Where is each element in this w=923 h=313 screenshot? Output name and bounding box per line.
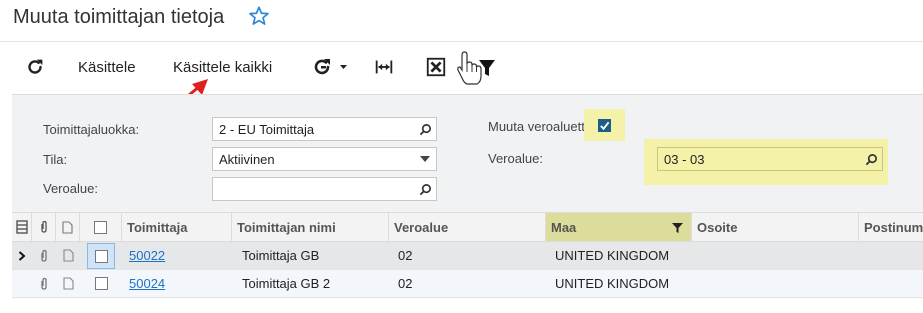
country: UNITED KINGDOM [555, 276, 670, 291]
change-tax-zone-checkbox[interactable] [598, 119, 611, 132]
tax-zone-label: Veroalue: [43, 181, 98, 196]
title-bar: Muuta toimittajan tietoja [0, 0, 923, 42]
attachment-icon[interactable] [32, 270, 56, 297]
note-icon[interactable] [56, 270, 80, 297]
schedule-icon [314, 59, 347, 75]
new-tax-zone-value: 03 - 03 [664, 151, 705, 167]
row-settings-icon[interactable] [12, 213, 32, 241]
search-icon[interactable] [414, 118, 436, 140]
country: UNITED KINGDOM [555, 248, 670, 263]
schedule-dropdown-button[interactable] [313, 56, 351, 78]
status-value: Aktiivinen [219, 151, 275, 167]
filter-icon[interactable] [672, 223, 683, 233]
vendor-link[interactable]: 50022 [129, 242, 229, 269]
table-row[interactable]: 50024 Toimittaja GB 2 02 UNITED KINGDOM [12, 270, 923, 298]
star-icon[interactable] [248, 5, 270, 27]
col-header-postal[interactable]: Postinum [859, 213, 923, 241]
col-header-country-label: Maa [551, 219, 577, 235]
note-icon[interactable] [56, 213, 80, 241]
col-header-address[interactable]: Osoite [692, 213, 859, 241]
refresh-icon[interactable] [24, 56, 46, 78]
status-select[interactable]: Aktiivinen [212, 147, 437, 171]
chevron-down-icon[interactable] [414, 148, 436, 170]
status-label: Tila: [43, 152, 68, 167]
row-indicator-icon [12, 242, 32, 269]
col-header-vendor[interactable]: Toimittaja [122, 213, 232, 241]
search-icon[interactable] [860, 148, 882, 170]
note-icon[interactable] [56, 242, 80, 269]
tax-zone: 02 [398, 276, 413, 291]
col-header-tax-zone[interactable]: Veroalue [389, 213, 546, 241]
filter-panel: Toimittajaluokka: 2 - EU Toimittaja Tila… [12, 94, 923, 212]
export-excel-icon[interactable] [425, 56, 447, 78]
filter-icon[interactable] [453, 50, 499, 86]
change-tax-zone-label: Muuta veroaluetta [488, 119, 593, 134]
vendor-link[interactable]: 50024 [129, 270, 229, 297]
tax-zone-input[interactable] [212, 177, 437, 201]
vendor-name: Toimittaja GB 2 [242, 276, 331, 291]
row-select-checkbox[interactable] [87, 243, 115, 269]
postal-code [867, 242, 923, 269]
process-button[interactable]: Käsittele [78, 42, 136, 92]
address [700, 242, 855, 269]
vendor-grid: Toimittaja Toimittajan nimi Veroalue Maa… [12, 212, 923, 313]
postal-code [867, 270, 923, 297]
table-row[interactable]: 50022 Toimittaja GB 02 UNITED KINGDOM [12, 242, 923, 270]
search-icon[interactable] [414, 178, 436, 200]
col-header-country[interactable]: Maa [546, 213, 692, 241]
new-tax-zone-input[interactable]: 03 - 03 [657, 147, 883, 171]
vendor-name: Toimittaja GB [242, 248, 320, 263]
checkmark-icon [600, 121, 610, 131]
attachment-icon[interactable] [32, 213, 56, 241]
vendor-class-input[interactable]: 2 - EU Toimittaja [212, 117, 437, 141]
toolbar: Käsittele Käsittele kaikki [0, 42, 923, 92]
fit-columns-icon[interactable] [373, 56, 395, 78]
row-select-checkbox[interactable] [87, 270, 115, 297]
address [700, 270, 855, 297]
col-header-vendor-name[interactable]: Toimittajan nimi [232, 213, 389, 241]
tax-zone: 02 [398, 248, 413, 263]
process-all-button[interactable]: Käsittele kaikki [173, 42, 272, 92]
page: Muuta toimittajan tietoja Käsittele Käsi… [0, 0, 923, 313]
page-title: Muuta toimittajan tietoja [13, 6, 225, 28]
grid-header: Toimittaja Toimittajan nimi Veroalue Maa… [12, 212, 923, 242]
vendor-class-label: Toimittajaluokka: [43, 122, 140, 137]
select-all-checkbox[interactable] [80, 213, 122, 241]
vendor-class-value: 2 - EU Toimittaja [219, 121, 315, 137]
attachment-icon[interactable] [32, 242, 56, 269]
new-tax-zone-label: Veroalue: [488, 151, 543, 166]
